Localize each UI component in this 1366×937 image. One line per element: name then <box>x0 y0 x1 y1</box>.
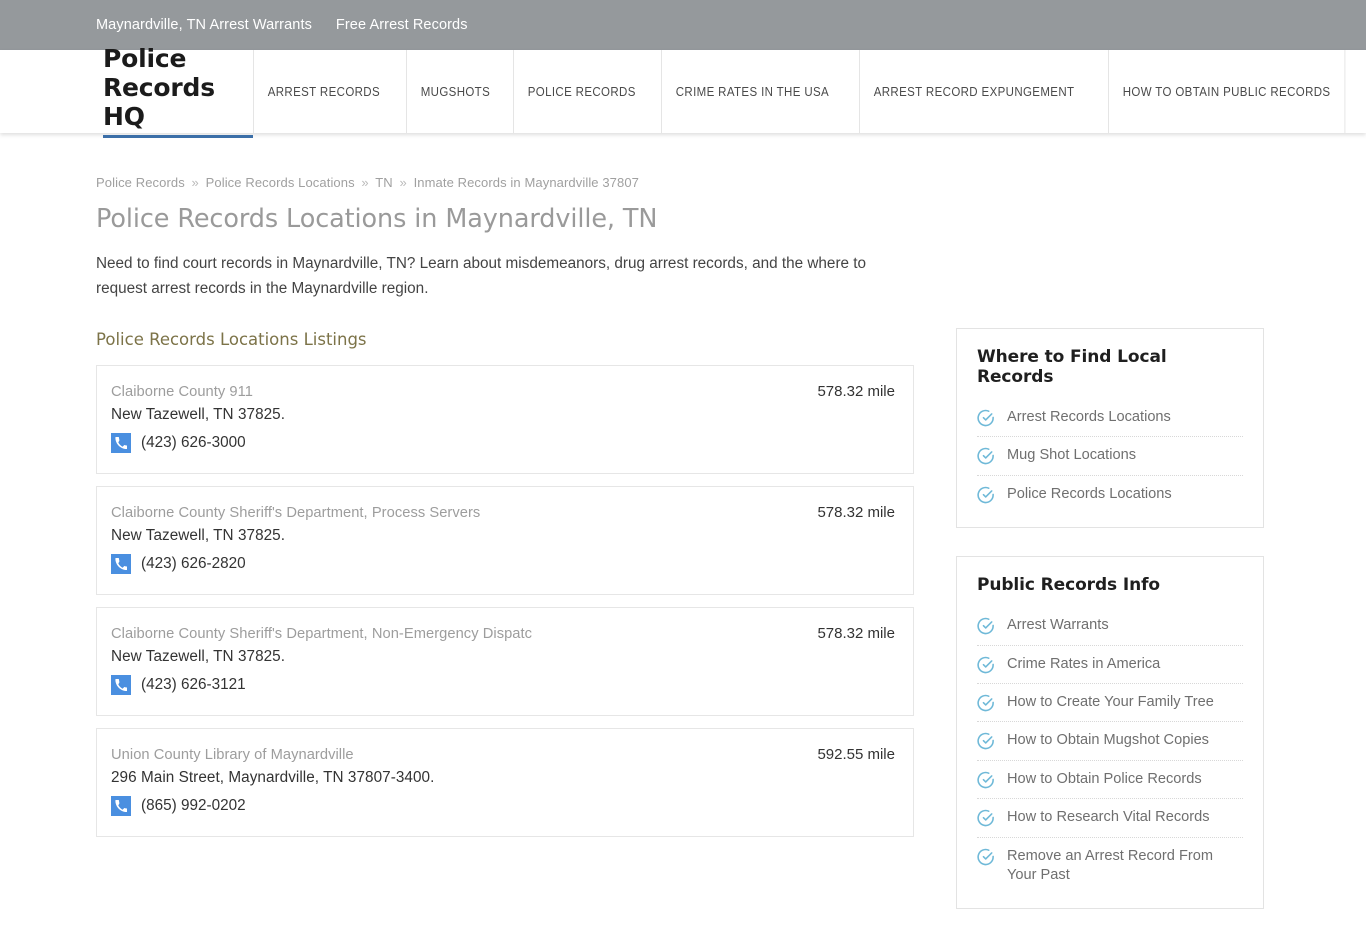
listing-distance: 578.32 mile <box>817 382 895 400</box>
listing-card[interactable]: Claiborne County 911 578.32 mile New Taz… <box>96 364 914 474</box>
listing-address: New Tazewell, TN 37825. <box>111 405 286 423</box>
nav-item-crime-rates-in-the-usa[interactable]: CRIME RATES IN THE USA <box>661 50 843 133</box>
widget-title: Public Records Info <box>977 575 1160 596</box>
listing-header: Claiborne County Sheriff's Department, P… <box>111 504 895 521</box>
listing-name-link[interactable]: Claiborne County 911 <box>111 384 253 400</box>
main-navigation: ARREST RECORDS MUGSHOTS POLICE RECORDS C… <box>253 50 1366 133</box>
listing-name-link[interactable]: Claiborne County Sheriff's Department, P… <box>111 505 480 521</box>
listing-address: 296 Main Street, Maynardville, TN 37807-… <box>111 768 435 786</box>
widget-public-records-info: Public Records Info Arrest Warrants Crim… <box>956 556 1264 910</box>
listing-phone-link[interactable]: (423) 626-2820 <box>141 555 246 573</box>
logo-container: Police Records HQ <box>0 44 254 138</box>
check-circle-icon <box>977 409 995 427</box>
check-circle-icon <box>977 809 995 827</box>
check-circle-icon <box>977 617 995 635</box>
nav-item-arrest-record-expungement[interactable]: ARREST RECORD EXPUNGEMENT <box>859 50 1088 133</box>
list-item-label[interactable]: Arrest Records Locations <box>1007 408 1171 427</box>
breadcrumb-item-police-records[interactable]: Police Records <box>96 175 185 190</box>
phone-icon <box>111 432 131 453</box>
breadcrumb-separator-icon: » <box>361 175 369 190</box>
list-item[interactable]: Police Records Locations <box>977 476 1243 513</box>
sidebar: Where to Find Local Records Arrest Recor… <box>956 133 1264 937</box>
topbar-link-arrest-warrants[interactable]: Maynardville, TN Arrest Warrants <box>96 17 312 33</box>
list-item[interactable]: How to Research Vital Records <box>977 799 1243 838</box>
list-item[interactable]: Arrest Warrants <box>977 607 1243 646</box>
listing-phone-row: (423) 626-2820 <box>111 553 895 574</box>
top-utility-bar: Maynardville, TN Arrest Warrants Free Ar… <box>0 0 1366 50</box>
nav-item-mugshots[interactable]: MUGSHOTS <box>406 50 504 133</box>
check-circle-icon <box>977 486 995 504</box>
page-body: Police Records » Police Records Location… <box>0 133 1366 937</box>
list-item[interactable]: Arrest Records Locations <box>977 399 1243 438</box>
listings-section-title: Police Records Locations Listings <box>96 329 367 349</box>
nav-item-how-to-obtain-public-records[interactable]: HOW TO OBTAIN PUBLIC RECORDS <box>1108 50 1346 133</box>
breadcrumb-item-police-records-locations[interactable]: Police Records Locations <box>206 175 355 190</box>
list-item[interactable]: How to Create Your Family Tree <box>977 684 1243 723</box>
nav-item-police-records[interactable]: POLICE RECORDS <box>512 50 650 133</box>
listing-distance: 592.55 mile <box>817 745 895 763</box>
list-item-label[interactable]: How to Obtain Mugshot Copies <box>1007 731 1209 750</box>
list-item[interactable]: Crime Rates in America <box>977 646 1243 685</box>
listing-card[interactable]: Union County Library of Maynardville 592… <box>96 727 914 837</box>
list-item-label[interactable]: How to Obtain Police Records <box>1007 770 1202 789</box>
widget-title: Where to Find Local Records <box>977 347 1167 387</box>
site-logo[interactable]: Police Records HQ <box>103 44 254 138</box>
phone-icon <box>111 795 131 816</box>
list-item-label[interactable]: Arrest Warrants <box>1007 616 1109 635</box>
listing-header: Union County Library of Maynardville 592… <box>111 746 895 763</box>
breadcrumb: Police Records » Police Records Location… <box>96 175 914 190</box>
listing-phone-link[interactable]: (423) 626-3000 <box>141 434 246 452</box>
listing-header: Claiborne County 911 578.32 mile <box>111 383 895 400</box>
listing-phone-row: (423) 626-3000 <box>111 432 895 453</box>
check-circle-icon <box>977 656 995 674</box>
main-content: Police Records » Police Records Location… <box>96 175 914 849</box>
list-item-label[interactable]: How to Research Vital Records <box>1007 808 1210 827</box>
page-intro-text: Need to find court records in Maynardvil… <box>96 255 867 297</box>
breadcrumb-separator-icon: » <box>191 175 199 190</box>
topbar-link-free-arrest-records[interactable]: Free Arrest Records <box>336 17 468 33</box>
list-item-label[interactable]: Crime Rates in America <box>1007 655 1160 674</box>
listing-name-link[interactable]: Claiborne County Sheriff's Department, N… <box>111 626 532 642</box>
phone-icon <box>111 674 131 695</box>
listing-phone-link[interactable]: (423) 626-3121 <box>141 676 246 694</box>
listing-distance: 578.32 mile <box>817 503 895 521</box>
listing-phone-row: (865) 992-0202 <box>111 795 895 816</box>
phone-icon <box>111 553 131 574</box>
check-circle-icon <box>977 447 995 465</box>
list-item-label[interactable]: Remove an Arrest Record From Your Past <box>1007 847 1243 886</box>
widget-list: Arrest Records Locations Mug Shot Locati… <box>977 399 1243 513</box>
check-circle-icon <box>977 694 995 712</box>
listing-phone-row: (423) 626-3121 <box>111 674 895 695</box>
listing-address: New Tazewell, TN 37825. <box>111 526 286 544</box>
check-circle-icon <box>977 732 995 750</box>
list-item[interactable]: How to Obtain Police Records <box>977 761 1243 800</box>
site-header: Police Records HQ ARREST RECORDS MUGSHOT… <box>0 44 1366 138</box>
breadcrumb-item-tn[interactable]: TN <box>375 175 393 190</box>
listing-card[interactable]: Claiborne County Sheriff's Department, N… <box>96 606 914 716</box>
nav-item-arrest-records[interactable]: ARREST RECORDS <box>253 50 394 133</box>
list-item-label[interactable]: Police Records Locations <box>1007 485 1172 504</box>
listing-header: Claiborne County Sheriff's Department, N… <box>111 625 895 642</box>
listing-card[interactable]: Claiborne County Sheriff's Department, P… <box>96 485 914 595</box>
widget-list: Arrest Warrants Crime Rates in America H… <box>977 607 1243 894</box>
check-circle-icon <box>977 771 995 789</box>
list-item[interactable]: Remove an Arrest Record From Your Past <box>977 838 1243 895</box>
list-item[interactable]: How to Obtain Mugshot Copies <box>977 722 1243 761</box>
widget-where-to-find-local-records: Where to Find Local Records Arrest Recor… <box>956 328 1264 529</box>
listing-address: New Tazewell, TN 37825. <box>111 647 286 665</box>
breadcrumb-item-current[interactable]: Inmate Records in Maynardville 37807 <box>414 175 639 190</box>
listing-distance: 578.32 mile <box>817 624 895 642</box>
check-circle-icon <box>977 848 995 866</box>
list-item-label[interactable]: How to Create Your Family Tree <box>1007 693 1214 712</box>
list-item-label[interactable]: Mug Shot Locations <box>1007 446 1136 465</box>
page-title: Police Records Locations in Maynardville… <box>96 204 658 234</box>
listing-name-link[interactable]: Union County Library of Maynardville <box>111 747 354 763</box>
list-item[interactable]: Mug Shot Locations <box>977 437 1243 476</box>
breadcrumb-separator-icon: » <box>399 175 407 190</box>
listing-phone-link[interactable]: (865) 992-0202 <box>141 797 246 815</box>
